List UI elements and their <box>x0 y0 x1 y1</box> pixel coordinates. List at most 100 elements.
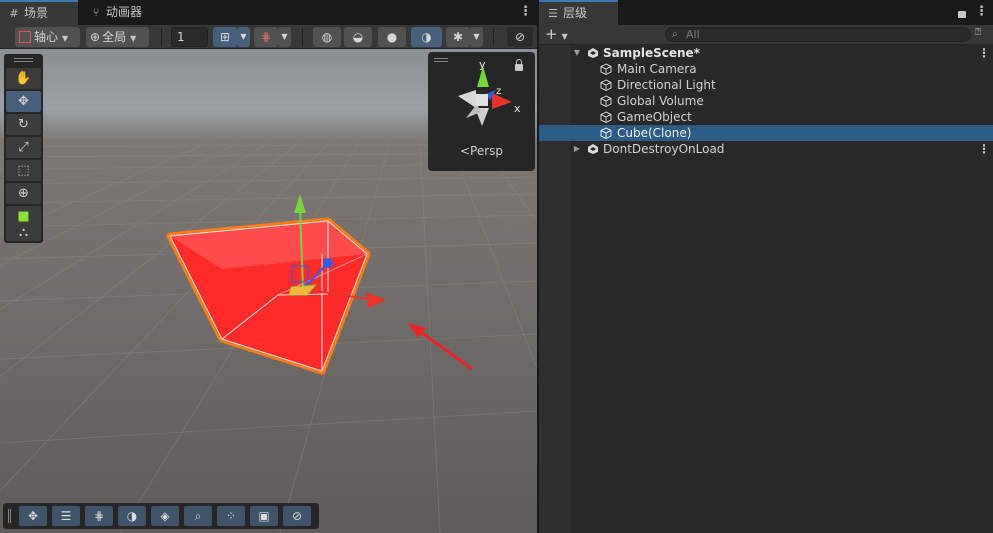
hierarchy-tree: ▼ SampleScene* ⋮ Main Camera Directional… <box>539 45 993 533</box>
unlit-shading-button[interactable]: ● <box>378 27 406 47</box>
scene-row-dontdestroyonload[interactable]: ▶ DontDestroyOnLoad ⋮ <box>539 141 993 157</box>
hierarchy-tab-menu-icon[interactable]: ⋮ <box>975 4 988 20</box>
z-axis-cap-icon[interactable] <box>323 258 333 268</box>
drag-handle-icon[interactable] <box>14 58 33 62</box>
collapse-arrow-icon[interactable]: ▶ <box>572 141 582 157</box>
hierarchy-search-input[interactable]: ⌕ All <box>665 27 971 42</box>
overlay-pivot-button[interactable]: ⁘ <box>217 506 245 526</box>
scene-tab-menu-icon[interactable]: ⋮ <box>519 4 532 20</box>
snap-grid-icon: ⋕ <box>260 30 272 44</box>
expand-arrow-icon[interactable]: ▼ <box>572 45 582 61</box>
grid-size-input[interactable]: 1 <box>171 27 208 47</box>
tab-hierarchy[interactable]: ☰ 层级 <box>539 0 618 25</box>
unity-scene-icon <box>588 144 598 154</box>
rotate-tool-button[interactable]: ↻ <box>6 114 41 135</box>
grid-snap-dropdown[interactable]: ▼ <box>237 27 250 47</box>
overlay-move-button[interactable]: ✥ <box>19 506 47 526</box>
scene-menu-icon[interactable]: ⋮ <box>978 141 990 157</box>
rect-tool-button[interactable]: ⬚ <box>6 160 41 181</box>
move-arrows-icon: ✥ <box>18 94 29 109</box>
rotate-icon: ↻ <box>18 117 29 132</box>
gameobject-cube-icon <box>600 79 612 91</box>
hierarchy-row-gameobject[interactable]: GameObject <box>539 109 993 125</box>
gizmo-neg-x-cone-icon[interactable] <box>458 90 476 108</box>
component-tool-button[interactable]: ⛬ <box>6 224 41 241</box>
wireframe-shading-button[interactable]: ◍ <box>313 27 341 47</box>
scene-panel: # 场景 ⑂ 动画器 ⋮ 轴心 ▼ ⊕ 全局 ▼ 1 ⊞ ▼ ⋕ ▼ ◍ ◒ ● ◑ <box>0 0 537 533</box>
transform-icon: ⊕ <box>18 186 29 201</box>
solid-sphere-icon: ● <box>386 30 398 44</box>
scene-visibility-button[interactable]: ⊘ <box>507 27 533 47</box>
grid-snap-button[interactable]: ⊞ <box>213 27 237 47</box>
visibility-off-icon: ⊘ <box>514 30 526 44</box>
animator-icon: ⑂ <box>92 6 100 19</box>
tab-animator[interactable]: ⑂ 动画器 <box>82 0 162 25</box>
lit-shading-button[interactable]: ◑ <box>411 27 442 47</box>
align-icon: ☰ <box>60 509 72 523</box>
debug-draw-dropdown[interactable]: ▼ <box>470 27 483 47</box>
lock-icon[interactable] <box>958 11 966 18</box>
move-arrows-icon: ✥ <box>27 509 39 523</box>
overlay-camera-button[interactable]: ▣ <box>250 506 278 526</box>
pivot-dropdown[interactable]: 轴心 ▼ <box>15 27 80 47</box>
drag-handle-icon[interactable] <box>8 509 11 523</box>
overlay-navigation-button[interactable]: ⊘ <box>283 506 311 526</box>
layers-icon: ◈ <box>160 509 170 523</box>
overlay-layers-button[interactable]: ◈ <box>151 506 179 526</box>
scene-menu-icon[interactable]: ⋮ <box>978 45 990 61</box>
gizmo-x-label: x <box>514 102 521 115</box>
gameobject-cube-icon <box>600 63 612 75</box>
projection-toggle[interactable]: <Persp <box>428 144 535 158</box>
hierarchy-panel: ☰ 层级 ⋮ + ▼ ⌕ All ⍰ ▼ SampleScene* ⋮ Main Ca… <box>539 0 993 533</box>
gizmo-x-cone-icon[interactable] <box>492 93 512 109</box>
scene-tabbar: # 场景 ⑂ 动画器 ⋮ <box>0 0 537 25</box>
gizmo-center-cube-icon[interactable] <box>476 94 488 106</box>
chevron-down-icon: ▼ <box>473 32 480 41</box>
overlay-align-button[interactable]: ☰ <box>52 506 80 526</box>
overlay-search-button[interactable]: ⌕ <box>184 506 212 526</box>
toolbar-divider <box>161 28 162 46</box>
gameobject-cube-icon <box>600 111 612 123</box>
compass-icon: ⊘ <box>291 509 303 523</box>
global-dropdown[interactable]: ⊕ 全局 ▼ <box>86 27 149 47</box>
view-tool-button[interactable]: ✋ <box>6 68 41 89</box>
hierarchy-row-directional-light[interactable]: Directional Light <box>539 77 993 93</box>
debug-draw-button[interactable]: ✱ <box>446 27 470 47</box>
rect-icon: ⬚ <box>17 163 30 178</box>
search-options-icon[interactable]: ⍰ <box>975 27 988 42</box>
tab-scene[interactable]: # 场景 <box>0 0 78 25</box>
unity-scene-icon <box>588 48 598 58</box>
overlay-snap-grid-button[interactable]: ⋕ <box>85 506 113 526</box>
increment-snap-dropdown[interactable]: ▼ <box>278 27 291 47</box>
move-tool-button[interactable]: ✥ <box>6 91 41 112</box>
lit-sphere-icon: ◑ <box>421 30 432 44</box>
overlay-shading-button[interactable]: ◑ <box>118 506 146 526</box>
camera-icon: ▣ <box>258 509 270 523</box>
hand-icon: ✋ <box>15 71 32 86</box>
hierarchy-row-cube-clone[interactable]: Cube(Clone) <box>539 125 993 141</box>
create-dropdown[interactable]: + ▼ <box>545 25 568 44</box>
grid-snap-icon: ⊞ <box>219 30 231 44</box>
shaded-wireframe-icon: ◒ <box>352 30 364 44</box>
hierarchy-nodes-icon: ⛬ <box>18 225 29 240</box>
orientation-gizmo[interactable]: y x z <box>428 52 535 142</box>
transform-tool-button[interactable]: ⊕ <box>6 183 41 204</box>
increment-snap-button[interactable]: ⋕ <box>254 27 278 47</box>
hierarchy-row-global-volume[interactable]: Global Volume <box>539 93 993 109</box>
search-icon: ⌕ <box>672 29 678 40</box>
plus-icon: + <box>545 25 558 43</box>
chevron-down-icon: ▼ <box>281 32 288 41</box>
scene-row-samplescene[interactable]: ▼ SampleScene* ⋮ <box>539 45 993 61</box>
hierarchy-toolbar: + ▼ ⌕ All ⍰ <box>539 25 993 45</box>
scale-tool-button[interactable]: ⤢ <box>6 137 41 158</box>
chevron-down-icon: ▼ <box>130 34 137 43</box>
gizmo-y-label: y <box>479 58 486 71</box>
bug-icon: ✱ <box>452 30 464 44</box>
pivot-icon <box>19 31 31 43</box>
hierarchy-row-main-camera[interactable]: Main Camera <box>539 61 993 77</box>
perspective-icon: < <box>459 144 471 158</box>
orientation-gizmo-overlay: y x z <Persp <box>428 52 535 171</box>
shaded-wireframe-button[interactable]: ◒ <box>344 27 372 47</box>
gizmo-z-label: z <box>496 86 501 97</box>
wireframe-sphere-icon: ◍ <box>321 30 333 44</box>
